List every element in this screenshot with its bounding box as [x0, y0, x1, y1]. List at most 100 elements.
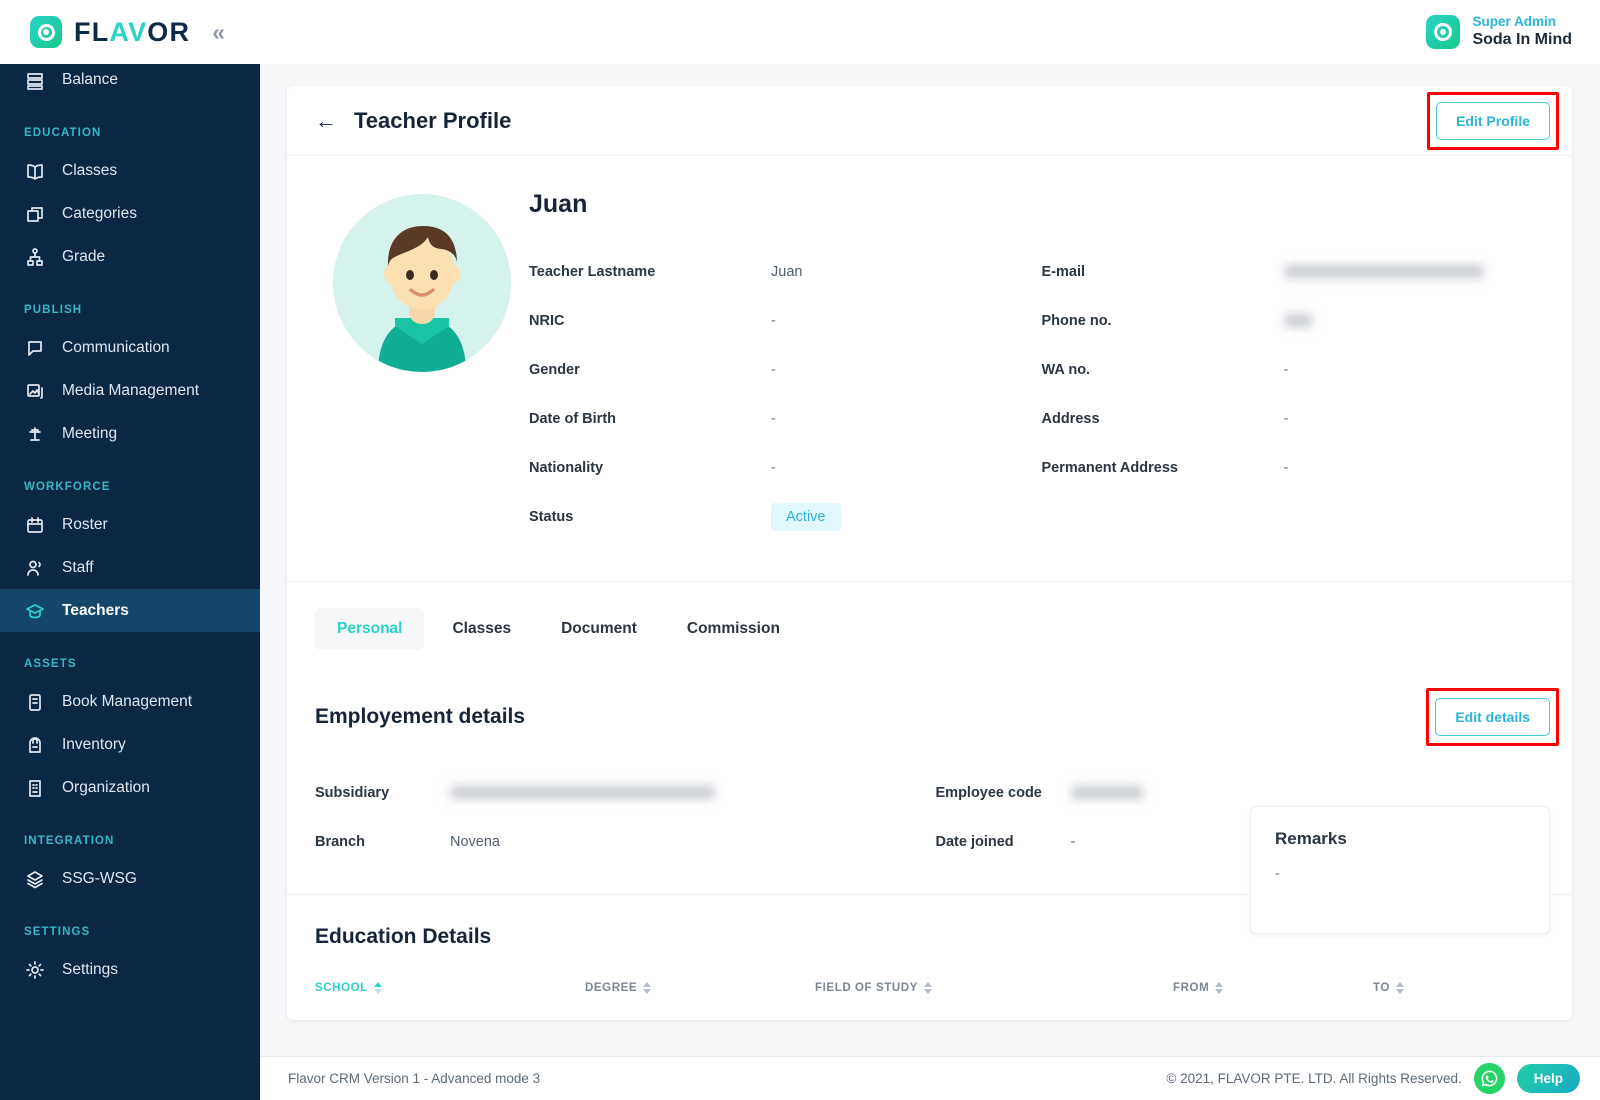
employment-title: Employement details	[315, 705, 526, 728]
brand-logo[interactable]: FLAVOR «	[0, 16, 225, 48]
field-label: Subsidiary	[315, 784, 390, 801]
column-header-degree[interactable]: DEGREE	[585, 982, 815, 994]
column-header-to[interactable]: TO	[1373, 982, 1523, 994]
field-value: -	[1283, 410, 1289, 427]
footer-version: Flavor CRM Version 1 - Advanced mode 3	[288, 1071, 541, 1086]
tab-commission[interactable]: Commission	[665, 608, 802, 650]
flavor-logo-icon	[30, 16, 62, 48]
redacted-value	[450, 786, 715, 799]
building-icon	[24, 777, 45, 798]
field-address: Address -	[1042, 394, 1545, 443]
education-table-header: SCHOOL DEGREE FIELD OF STUDY FROM TO	[287, 949, 1572, 994]
sidebar-item-staff[interactable]: Staff	[0, 546, 260, 589]
field-permanent-address: Permanent Address -	[1042, 443, 1545, 492]
profile-info: Juan Teacher Lastname Juan NRIC - Gender - Dat…	[529, 190, 1544, 541]
column-header-school[interactable]: SCHOOL	[315, 982, 585, 994]
sort-arrows-icon[interactable]	[1395, 982, 1404, 994]
remarks-card: Remarks -	[1250, 806, 1550, 934]
podium-icon	[24, 423, 45, 444]
sidebar-item-classes[interactable]: Classes	[0, 149, 260, 192]
sidebar-section-education: EDUCATION	[24, 127, 102, 139]
sidebar-item-organization[interactable]: Organization	[0, 766, 260, 809]
field-label: Gender	[529, 361, 580, 378]
field-phone-no-: Phone no.	[1042, 296, 1545, 345]
brand-part-3: OR	[147, 16, 191, 47]
help-button[interactable]: Help	[1516, 1064, 1580, 1093]
edit-details-button[interactable]: Edit details	[1435, 698, 1550, 736]
user-profile-chip[interactable]: Super Admin Soda In Mind	[1426, 14, 1600, 51]
column-header-field-of-study[interactable]: FIELD OF STUDY	[815, 982, 1173, 994]
table-body-spacer	[287, 994, 1572, 1020]
field-label: Permanent Address	[1041, 459, 1178, 476]
sidebar-item-inventory[interactable]: Inventory	[0, 723, 260, 766]
redacted-value	[1070, 786, 1143, 799]
sidebar-item-label: Staff	[62, 558, 94, 576]
status-badge: Active	[771, 502, 841, 531]
remarks-value: -	[1275, 866, 1280, 882]
sidebar-section-integration: INTEGRATION	[24, 835, 115, 847]
field-teacher-lastname: Teacher Lastname Juan	[529, 247, 1032, 296]
footer: Flavor CRM Version 1 - Advanced mode 3 ©…	[260, 1056, 1600, 1100]
sidebar-item-book-management[interactable]: Book Management	[0, 680, 260, 723]
sidebar-item-label: Teachers	[62, 601, 129, 619]
sidebar-item-label: Book Management	[62, 692, 193, 710]
field-value: -	[1283, 459, 1289, 476]
sort-arrows-icon[interactable]	[373, 982, 382, 994]
profile-body: Juan Teacher Lastname Juan NRIC - Gender - Dat…	[287, 156, 1572, 581]
field-value: Juan	[771, 263, 803, 280]
book-open-icon	[24, 160, 45, 181]
column-header-from[interactable]: FROM	[1173, 982, 1373, 994]
chevrons-left-icon[interactable]: «	[212, 20, 225, 44]
column-label: FROM	[1173, 982, 1210, 994]
sidebar-item-ssg-wsg[interactable]: SSG-WSG	[0, 857, 260, 900]
sidebar-item-balance[interactable]: Balance	[0, 64, 260, 101]
sidebar-item-label: Inventory	[62, 735, 126, 753]
profile-right-column: E-mail Phone no. WA no. - Address - Permanent …	[1032, 247, 1545, 541]
sidebar-item-meeting[interactable]: Meeting	[0, 412, 260, 455]
sidebar-item-settings[interactable]: Settings	[0, 948, 260, 991]
sidebar-item-communication[interactable]: Communication	[0, 326, 260, 369]
field-subsidiary: Subsidiary	[315, 768, 924, 817]
sidebar-item-roster[interactable]: Roster	[0, 503, 260, 546]
tab-document[interactable]: Document	[539, 608, 659, 650]
sidebar-item-categories[interactable]: Categories	[0, 192, 260, 235]
field-label: Date joined	[935, 833, 1014, 850]
book-icon	[24, 691, 45, 712]
edit-profile-button[interactable]: Edit Profile	[1436, 101, 1550, 140]
sort-arrows-icon[interactable]	[643, 982, 652, 994]
sort-arrows-icon[interactable]	[923, 982, 932, 994]
arrow-left-icon[interactable]: ←	[315, 109, 337, 132]
teacher-profile-card: ← Teacher Profile Edit Profile Juan Teac…	[287, 86, 1572, 1020]
field-value: -	[771, 410, 776, 427]
tab-classes[interactable]: Classes	[430, 608, 533, 650]
field-label: Employee code	[935, 784, 1042, 801]
top-bar: FLAVOR « Super Admin Soda In Mind	[0, 0, 1600, 64]
field-value: -	[1283, 361, 1289, 378]
brand-part-2: AV	[109, 16, 148, 47]
sort-arrows-icon[interactable]	[1215, 982, 1224, 994]
field-label: Nationality	[529, 459, 604, 476]
sidebar-section-publish: PUBLISH	[24, 304, 83, 316]
profile-left-column: Teacher Lastname Juan NRIC - Gender - Date of …	[529, 247, 1032, 541]
sidebar-item-teachers[interactable]: Teachers	[0, 589, 260, 632]
sidebar-item-label: Organization	[62, 778, 150, 796]
teacher-avatar	[333, 194, 511, 372]
users-icon	[24, 557, 45, 578]
field-status: Status Active	[529, 492, 1032, 541]
tab-personal[interactable]: Personal	[315, 608, 425, 650]
page-title: Teacher Profile	[354, 107, 512, 133]
whatsapp-icon[interactable]	[1473, 1063, 1505, 1094]
sidebar-item-grade[interactable]: Grade	[0, 235, 260, 278]
brand-wordmark: FLAVOR	[74, 17, 190, 48]
field-label: Teacher Lastname	[529, 263, 656, 280]
redacted-value	[1283, 314, 1312, 327]
sidebar-item-label: Communication	[62, 338, 170, 356]
teacher-avatar-wrap	[315, 190, 529, 541]
field-label: Phone no.	[1041, 312, 1112, 329]
sidebar-item-media-management[interactable]: Media Management	[0, 369, 260, 412]
balance-icon	[24, 69, 45, 90]
employment-details: Subsidiary Branch Novena Employee code Date…	[287, 736, 1572, 934]
sidebar-item-label: Classes	[62, 161, 118, 179]
field-value: -	[1070, 833, 1076, 850]
user-role: Super Admin	[1472, 13, 1556, 29]
